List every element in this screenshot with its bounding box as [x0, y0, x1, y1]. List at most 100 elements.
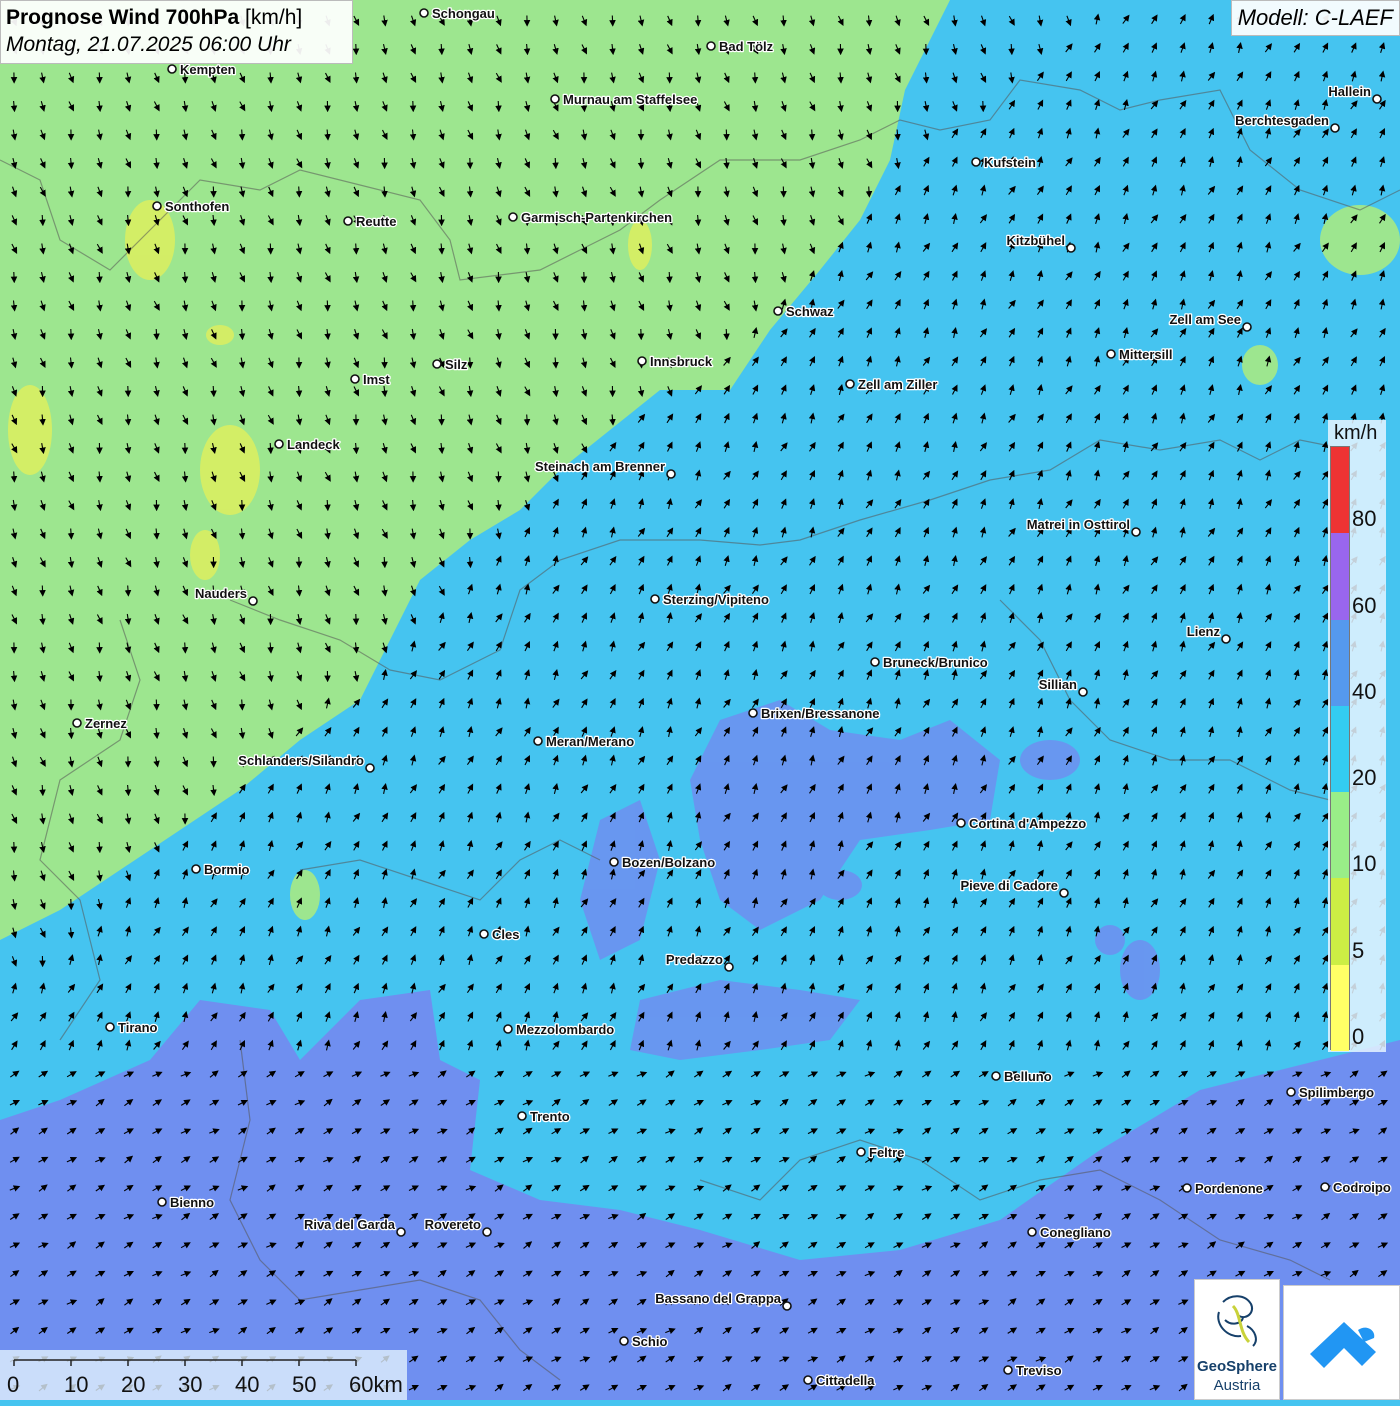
city-label: Schlanders/Silandro [238, 753, 364, 768]
city-marker[interactable] [1183, 1184, 1191, 1192]
city-marker[interactable] [846, 380, 854, 388]
city-label: Sterzing/Vipiteno [663, 592, 769, 607]
city-marker[interactable] [1028, 1228, 1036, 1236]
city-marker[interactable] [397, 1228, 405, 1236]
city-marker[interactable] [1331, 124, 1339, 132]
city-label: Sonthofen [165, 199, 229, 214]
city-marker[interactable] [1060, 889, 1068, 897]
city-label: Landeck [287, 437, 341, 452]
city-label: Mezzolombardo [516, 1022, 614, 1037]
city-label: Zell am Ziller [858, 377, 937, 392]
city-marker[interactable] [804, 1376, 812, 1384]
wind-arrow [270, 443, 271, 452]
city-marker[interactable] [158, 1198, 166, 1206]
legend-label: 40 [1352, 679, 1376, 705]
wind-arrow [726, 329, 727, 338]
city-marker[interactable] [1107, 350, 1115, 358]
city-marker[interactable] [249, 597, 257, 605]
city-label: Sillian [1039, 677, 1077, 692]
city-marker[interactable] [483, 1228, 491, 1236]
city-marker[interactable] [1373, 95, 1381, 103]
city-marker[interactable] [620, 1337, 628, 1345]
legend-swatch [1331, 620, 1349, 706]
map-title: Prognose Wind 700hPa [km/h] [6, 4, 347, 31]
city-label: Kufstein [984, 155, 1036, 170]
legend-swatch [1331, 878, 1349, 964]
wind-arrow [14, 472, 15, 481]
city-label: Schongau [432, 6, 495, 21]
city-marker[interactable] [1004, 1366, 1012, 1374]
scale-label: 20 [121, 1372, 145, 1398]
city-marker[interactable] [73, 719, 81, 727]
city-label: Schio [632, 1334, 667, 1349]
wind-arrow [441, 44, 442, 53]
city-marker[interactable] [1243, 323, 1251, 331]
city-marker[interactable] [106, 1023, 114, 1031]
wind-arrow [470, 358, 471, 367]
city-marker[interactable] [725, 963, 733, 971]
city-marker[interactable] [871, 658, 879, 666]
city-marker[interactable] [667, 470, 675, 478]
legend-label: 0 [1352, 1024, 1364, 1050]
wind-map[interactable]: SchongauBad TölzKemptenMurnau am Staffel… [0, 0, 1400, 1400]
city-marker[interactable] [344, 217, 352, 225]
city-label: Cles [492, 927, 519, 942]
city-marker[interactable] [480, 930, 488, 938]
app-logo[interactable] [1283, 1285, 1400, 1400]
city-marker[interactable] [551, 95, 559, 103]
city-marker[interactable] [509, 213, 517, 221]
city-marker[interactable] [774, 307, 782, 315]
city-marker[interactable] [783, 1302, 791, 1310]
city-marker[interactable] [504, 1025, 512, 1033]
wind-arrow [42, 785, 43, 794]
city-label: Conegliano [1040, 1225, 1111, 1240]
city-label: Pordenone [1195, 1181, 1263, 1196]
city-marker[interactable] [420, 9, 428, 17]
scale-bar-graphic [0, 1350, 407, 1400]
city-marker[interactable] [1079, 688, 1087, 696]
city-marker[interactable] [610, 858, 618, 866]
city-label: Codroipo [1333, 1180, 1391, 1195]
scale-label: 10 [64, 1372, 88, 1398]
city-label: Lienz [1187, 624, 1221, 639]
city-marker[interactable] [957, 819, 965, 827]
legend-label: 10 [1352, 851, 1376, 877]
city-marker[interactable] [351, 375, 359, 383]
city-marker[interactable] [651, 595, 659, 603]
color-legend: km/h 051020406080 [1328, 420, 1386, 1052]
wind-arrow [99, 842, 100, 851]
legend-swatch [1331, 447, 1349, 533]
legend-swatch [1331, 706, 1349, 792]
wind-arrow [99, 272, 100, 281]
city-label: Reutte [356, 214, 396, 229]
city-marker[interactable] [749, 709, 757, 717]
city-label: Feltre [869, 1145, 904, 1160]
city-marker[interactable] [153, 202, 161, 210]
city-marker[interactable] [534, 737, 542, 745]
city-marker[interactable] [1321, 1183, 1329, 1191]
legend-bar [1330, 446, 1350, 1050]
city-marker[interactable] [518, 1112, 526, 1120]
wind-arrow [327, 500, 328, 509]
city-marker[interactable] [192, 865, 200, 873]
city-label: Bruneck/Brunico [883, 655, 988, 670]
city-marker[interactable] [1067, 244, 1075, 252]
city-marker[interactable] [1287, 1088, 1295, 1096]
city-marker[interactable] [972, 158, 980, 166]
city-marker[interactable] [638, 357, 646, 365]
city-marker[interactable] [992, 1072, 1000, 1080]
city-marker[interactable] [707, 42, 715, 50]
legend-label: 5 [1352, 938, 1364, 964]
city-marker[interactable] [857, 1148, 865, 1156]
city-label: Imst [363, 372, 390, 387]
wind-arrow [242, 700, 243, 709]
geosphere-logo[interactable]: GeoSphere Austria [1194, 1279, 1280, 1400]
city-label: Schwaz [786, 304, 834, 319]
city-marker[interactable] [168, 65, 176, 73]
city-marker[interactable] [1222, 635, 1230, 643]
wind-arrow [669, 272, 670, 281]
city-marker[interactable] [275, 440, 283, 448]
city-marker[interactable] [366, 764, 374, 772]
city-marker[interactable] [1132, 528, 1140, 536]
city-marker[interactable] [433, 360, 441, 368]
